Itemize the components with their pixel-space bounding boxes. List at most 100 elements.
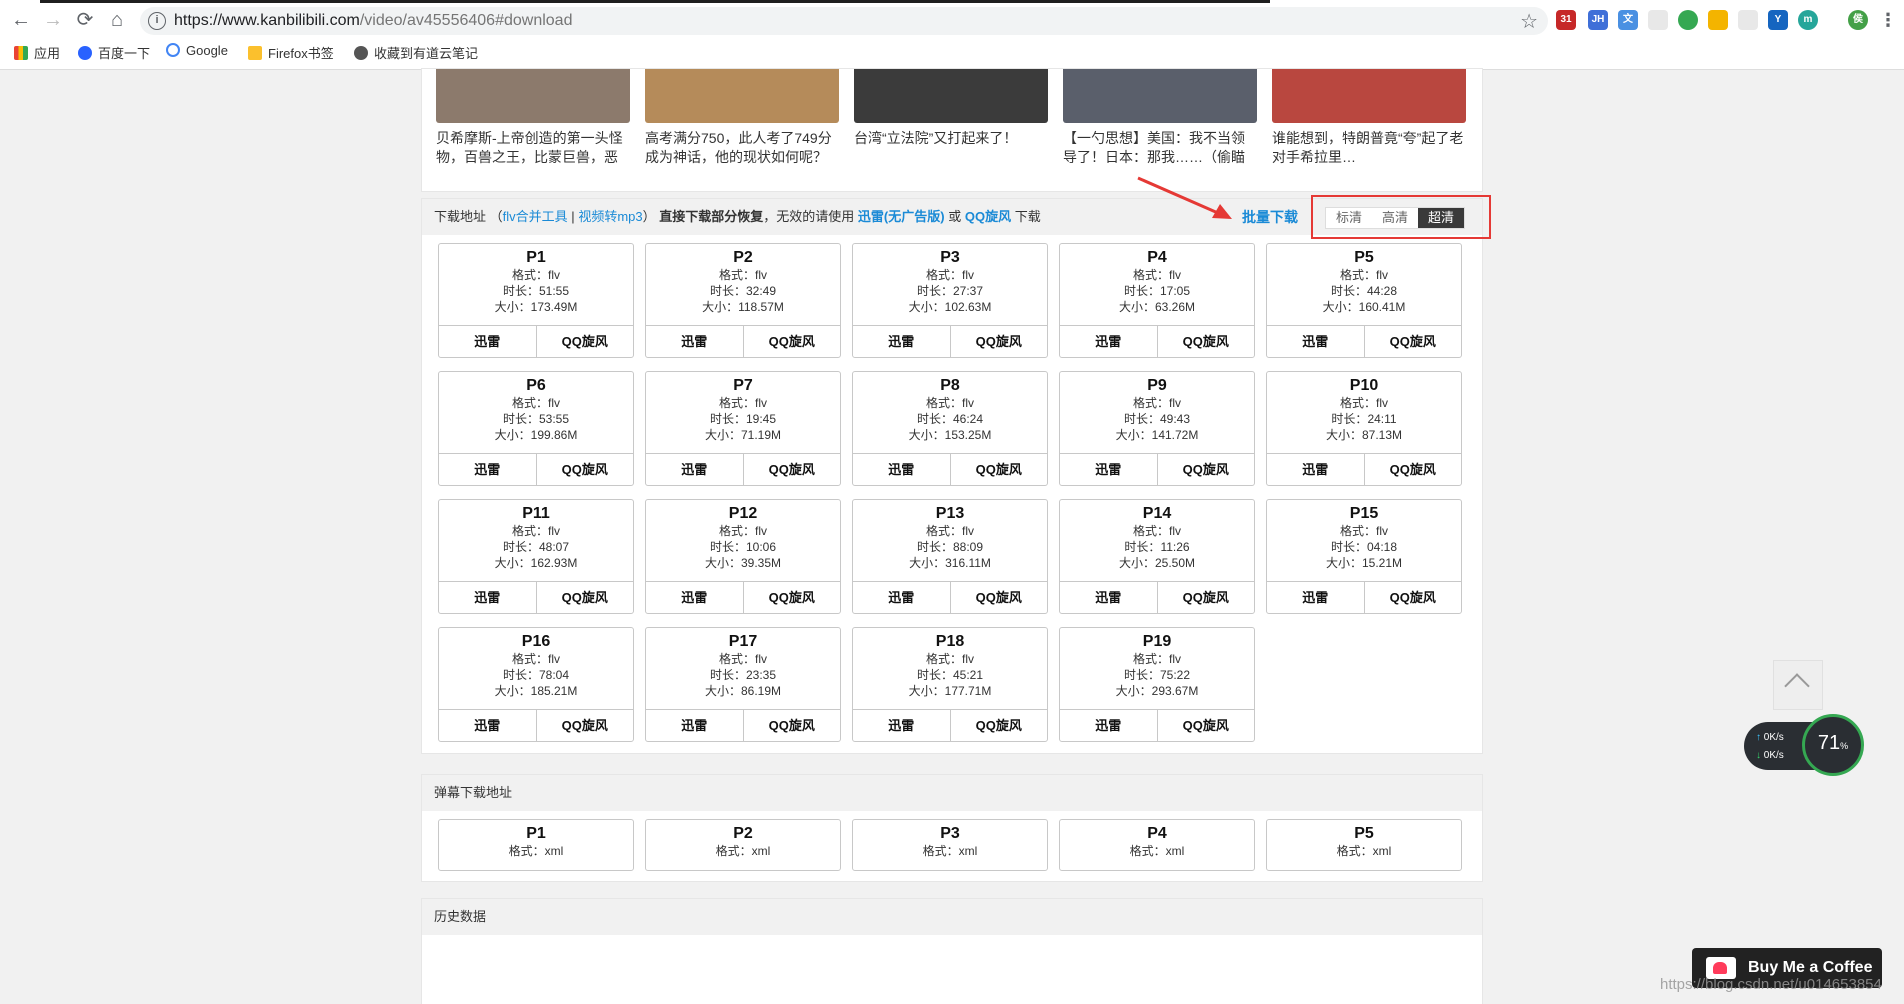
xunlei-download-button[interactable]: 迅雷	[646, 454, 743, 485]
green-circle-extension-icon[interactable]	[1678, 10, 1698, 30]
qq-xuanfeng-download-button[interactable]: QQ旋风	[1363, 582, 1462, 613]
xunlei-download-button[interactable]: 迅雷	[1267, 582, 1364, 613]
network-speed-widget[interactable]: ↑ 0K/s ↓ 0K/s 71%	[1744, 714, 1864, 776]
qq-xuanfeng-download-button[interactable]: QQ旋风	[949, 582, 1048, 613]
qq-xuanfeng-link[interactable]: QQ旋风	[965, 209, 1011, 224]
bookmark-google[interactable]: Google	[166, 43, 228, 58]
qq-xuanfeng-download-button[interactable]: QQ旋风	[742, 454, 841, 485]
video-thumbnail[interactable]	[436, 69, 630, 123]
video-thumbnail[interactable]	[854, 69, 1048, 123]
video-card[interactable]: 【一勺思想】美国：我不当领导了！日本：那我……（偷瞄中	[1063, 69, 1257, 167]
part-format-value: flv	[1376, 396, 1388, 410]
abp-extension-icon[interactable]: 31	[1556, 10, 1576, 30]
qq-xuanfeng-download-button[interactable]: QQ旋风	[535, 582, 634, 613]
bookmark-youdao[interactable]: 收藏到有道云笔记	[354, 43, 478, 62]
qq-xuanfeng-download-button[interactable]: QQ旋风	[742, 582, 841, 613]
part-format-label: 格式：	[511, 396, 548, 410]
part-size-label: 大小：	[1115, 428, 1152, 442]
video-title[interactable]: 台湾“立法院”又打起来了！	[854, 129, 1048, 167]
xunlei-download-button[interactable]: 迅雷	[646, 582, 743, 613]
video-card[interactable]: 高考满分750，此人考了749分成为神话，他的现状如何呢？	[645, 69, 839, 167]
xunlei-download-button[interactable]: 迅雷	[1267, 326, 1364, 357]
grey-extension-icon[interactable]	[1648, 10, 1668, 30]
qq-xuanfeng-download-button[interactable]: QQ旋风	[1156, 710, 1255, 741]
menu-icon[interactable]: ⋮	[1878, 10, 1898, 30]
xunlei-download-button[interactable]: 迅雷	[1060, 326, 1157, 357]
video-card[interactable]: 谁能想到，特朗普竟“夸”起了老对手希拉里…	[1272, 69, 1466, 167]
flv-merge-tool-link[interactable]: flv合并工具	[503, 209, 568, 224]
xunlei-download-button[interactable]: 迅雷	[853, 582, 950, 613]
xunlei-download-button[interactable]: 迅雷	[853, 710, 950, 741]
qq-xuanfeng-download-button[interactable]: QQ旋风	[949, 326, 1048, 357]
xunlei-download-button[interactable]: 迅雷	[646, 326, 743, 357]
xunlei-download-button[interactable]: 迅雷	[646, 710, 743, 741]
video-to-mp3-link[interactable]: 视频转mp3	[578, 209, 642, 224]
video-title[interactable]: 高考满分750，此人考了749分成为神话，他的现状如何呢？	[645, 129, 839, 167]
xunlei-download-button[interactable]: 迅雷	[439, 454, 536, 485]
bookmark-apps[interactable]: 应用	[14, 43, 60, 62]
video-title[interactable]: 谁能想到，特朗普竟“夸”起了老对手希拉里…	[1272, 129, 1466, 167]
danmaku-card[interactable]: P5 格式：xml	[1266, 819, 1462, 871]
bookmark-firefox-folder[interactable]: Firefox书签	[248, 43, 334, 62]
qq-xuanfeng-download-button[interactable]: QQ旋风	[742, 710, 841, 741]
y-extension-icon[interactable]: Y	[1768, 10, 1788, 30]
translate-extension-icon[interactable]: 文	[1618, 10, 1638, 30]
qq-xuanfeng-download-button[interactable]: QQ旋风	[535, 710, 634, 741]
puzzle-extension-icon[interactable]	[1738, 10, 1758, 30]
colorful-extension-icon[interactable]	[1708, 10, 1728, 30]
reload-icon[interactable]: ⟳	[72, 8, 98, 32]
part-download-buttons: 迅雷 QQ旋风	[439, 325, 633, 357]
qq-xuanfeng-download-button[interactable]: QQ旋风	[742, 326, 841, 357]
video-thumbnail[interactable]	[1272, 69, 1466, 123]
xunlei-download-button[interactable]: 迅雷	[439, 710, 536, 741]
part-size: 大小：162.93M	[439, 555, 633, 571]
video-title[interactable]: 贝希摩斯-上帝创造的第一头怪物，百兽之王，比蒙巨兽，恶	[436, 129, 630, 167]
quality-option-1[interactable]: 标清	[1326, 208, 1372, 228]
danmaku-card[interactable]: P4 格式：xml	[1059, 819, 1255, 871]
qq-xuanfeng-download-button[interactable]: QQ旋风	[949, 454, 1048, 485]
quality-option-2[interactable]: 高清	[1372, 208, 1418, 228]
url-text[interactable]: https://www.kanbilibili.com/video/av4555…	[174, 12, 572, 30]
xunlei-no-ads-link[interactable]: 迅雷(无广告版)	[858, 209, 945, 224]
profile-avatar-icon[interactable]: 侯	[1848, 10, 1868, 30]
qq-xuanfeng-download-button[interactable]: QQ旋风	[949, 710, 1048, 741]
qq-xuanfeng-download-button[interactable]: QQ旋风	[1156, 582, 1255, 613]
forward-icon[interactable]: →	[40, 8, 66, 32]
qq-xuanfeng-download-button[interactable]: QQ旋风	[1363, 326, 1462, 357]
video-thumbnail[interactable]	[645, 69, 839, 123]
xunlei-download-button[interactable]: 迅雷	[439, 582, 536, 613]
m-extension-icon[interactable]: m	[1798, 10, 1818, 30]
address-bar[interactable]: i https://www.kanbilibili.com/video/av45…	[140, 7, 1548, 35]
xunlei-download-button[interactable]: 迅雷	[1060, 582, 1157, 613]
video-card[interactable]: 台湾“立法院”又打起来了！	[854, 69, 1048, 167]
xunlei-download-button[interactable]: 迅雷	[853, 454, 950, 485]
danmaku-card[interactable]: P3 格式：xml	[852, 819, 1048, 871]
part-size: 大小：87.13M	[1267, 427, 1461, 443]
jh-extension-icon[interactable]: JH	[1588, 10, 1608, 30]
video-card[interactable]: 贝希摩斯-上帝创造的第一头怪物，百兽之王，比蒙巨兽，恶	[436, 69, 630, 167]
xunlei-download-button[interactable]: 迅雷	[439, 326, 536, 357]
quality-option-3[interactable]: 超清	[1418, 208, 1465, 228]
separator: |	[571, 209, 575, 224]
xunlei-download-button[interactable]: 迅雷	[1060, 454, 1157, 485]
bookmark-baidu[interactable]: 百度一下	[78, 43, 150, 62]
bookmark-star-icon[interactable]: ☆	[1520, 9, 1538, 34]
site-info-icon[interactable]: i	[148, 12, 166, 30]
qq-xuanfeng-download-button[interactable]: QQ旋风	[1156, 326, 1255, 357]
qq-xuanfeng-download-button[interactable]: QQ旋风	[535, 454, 634, 485]
xunlei-download-button[interactable]: 迅雷	[1267, 454, 1364, 485]
xunlei-download-button[interactable]: 迅雷	[853, 326, 950, 357]
xunlei-download-button[interactable]: 迅雷	[1060, 710, 1157, 741]
qq-xuanfeng-download-button[interactable]: QQ旋风	[1363, 454, 1462, 485]
back-icon[interactable]: ←	[8, 8, 34, 32]
part-format-value: flv	[1169, 524, 1181, 538]
danmaku-card[interactable]: P2 格式：xml	[645, 819, 841, 871]
danmaku-card[interactable]: P1 格式：xml	[438, 819, 634, 871]
back-to-top-button[interactable]	[1773, 660, 1823, 710]
video-title[interactable]: 【一勺思想】美国：我不当领导了！日本：那我……（偷瞄中	[1063, 129, 1257, 167]
home-icon[interactable]: ⌂	[104, 8, 130, 32]
qq-xuanfeng-download-button[interactable]: QQ旋风	[1156, 454, 1255, 485]
video-thumbnail[interactable]	[1063, 69, 1257, 123]
batch-download-link[interactable]: 批量下载	[1242, 199, 1298, 235]
qq-xuanfeng-download-button[interactable]: QQ旋风	[535, 326, 634, 357]
